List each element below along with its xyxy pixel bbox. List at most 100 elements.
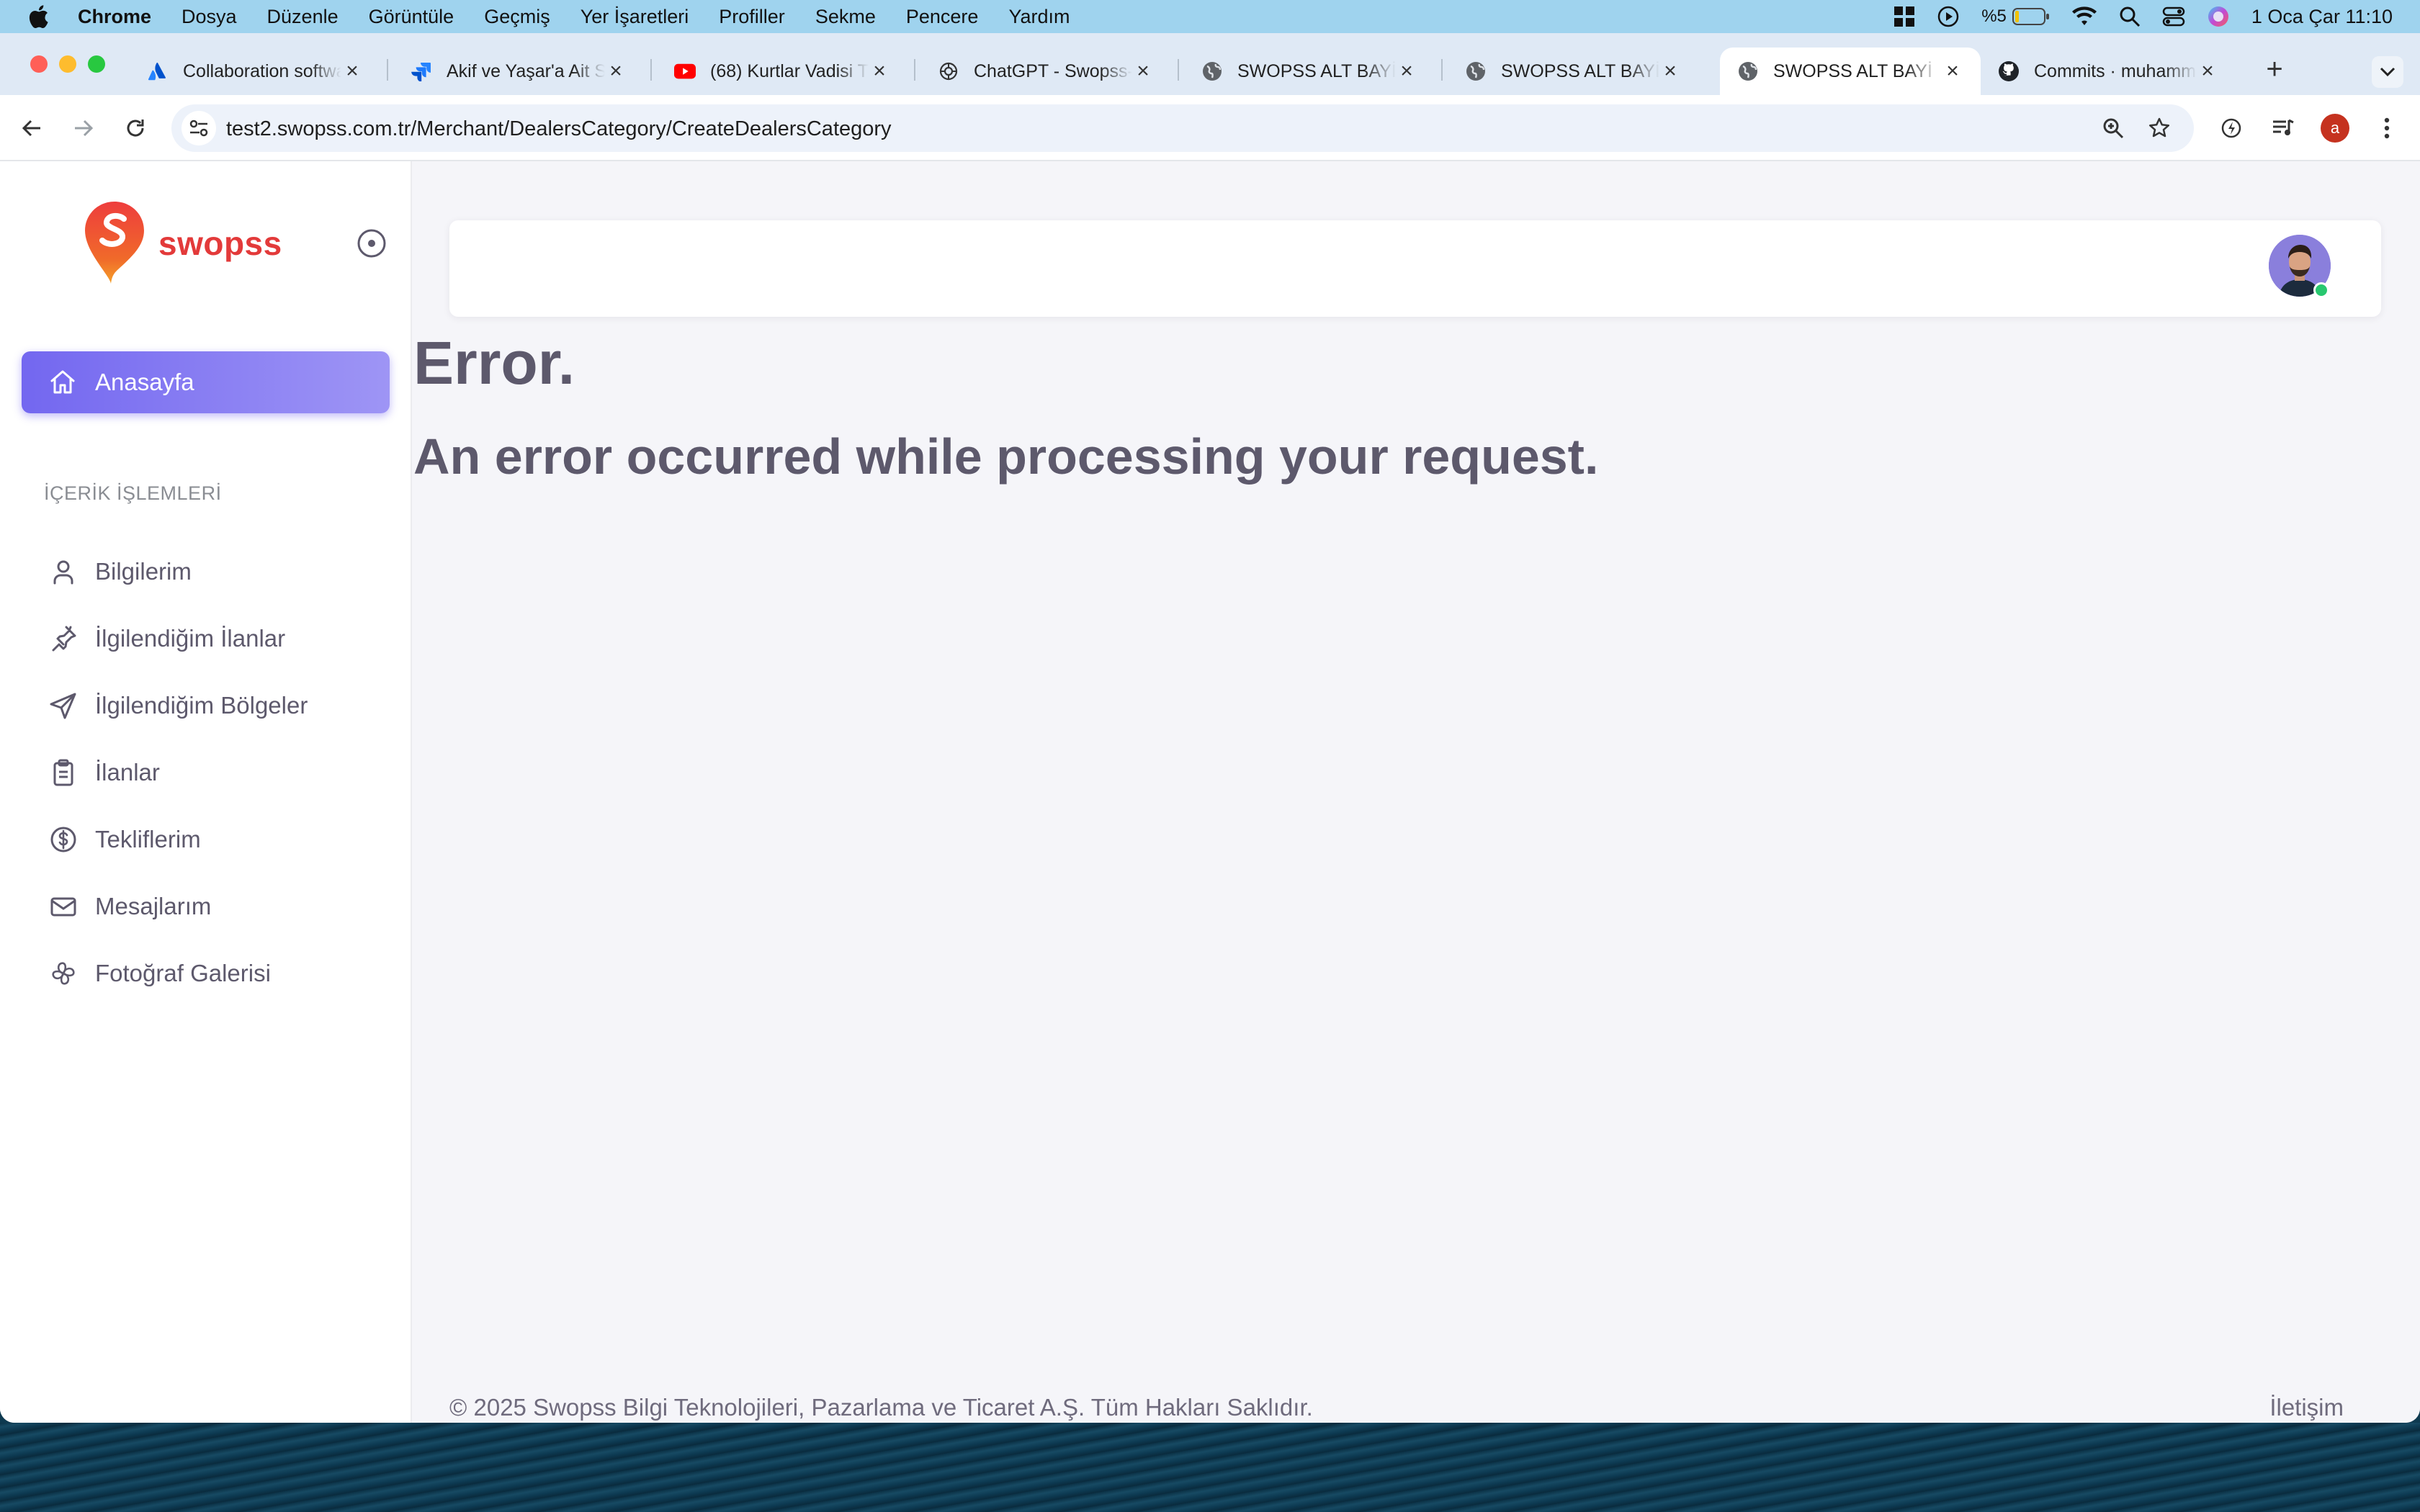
new-tab-button[interactable]: + <box>2260 53 2289 85</box>
menu-goruntule[interactable]: Görüntüle <box>369 6 454 28</box>
desktop-wallpaper <box>0 1423 2420 1512</box>
close-tab-icon[interactable]: × <box>1942 59 1963 83</box>
sidebar-item-label: Anasayfa <box>95 369 194 395</box>
menu-yardim[interactable]: Yardım <box>1008 6 1070 28</box>
close-tab-icon[interactable]: × <box>869 59 890 83</box>
pinwheel-icon <box>48 958 79 989</box>
zoom-icon[interactable] <box>2096 111 2130 145</box>
control-center-icon[interactable] <box>2162 6 2185 27</box>
sidebar-item-bilgilerim[interactable]: Bilgilerim <box>48 550 192 593</box>
browser-window: Collaboration software × Akif ve Yaşar'a… <box>0 33 2420 1423</box>
tab-title: Commits · muhamm <box>2034 60 2197 81</box>
window-close-button[interactable] <box>30 55 48 73</box>
menu-yer-isaretleri[interactable]: Yer İşaretleri <box>581 6 689 28</box>
media-controls-icon[interactable] <box>2266 111 2300 145</box>
jira-icon <box>411 60 432 82</box>
sidebar-item-tekliflerim[interactable]: Tekliflerim <box>48 818 201 861</box>
menu-dosya[interactable]: Dosya <box>182 6 237 28</box>
sidebar-item-label: İlgilendiğim İlanlar <box>95 625 286 652</box>
media-play-icon[interactable] <box>1937 5 1960 28</box>
siri-icon[interactable] <box>2207 5 2230 28</box>
close-tab-icon[interactable]: × <box>341 59 363 83</box>
footer-copyright: © 2025 Swopss Bilgi Teknolojileri, Pazar… <box>449 1394 1313 1421</box>
globe-icon <box>1737 60 1759 82</box>
clipboard-icon <box>48 757 79 788</box>
tab-title: SWOPSS ALT BAYİ | <box>1773 60 1939 81</box>
sidebar-item-ilgilendigim-ilanlar[interactable]: İlgilendiğim İlanlar <box>48 617 285 660</box>
back-button[interactable] <box>14 111 49 145</box>
tab-title: SWOPSS ALT BAYİ | <box>1237 60 1396 81</box>
sidebar-item-label: Tekliflerim <box>95 826 201 852</box>
globe-icon <box>1201 60 1223 82</box>
tab-github[interactable]: Commits · muhamm × <box>1981 48 2236 95</box>
close-tab-icon[interactable]: × <box>605 59 627 83</box>
tab-collaboration[interactable]: Collaboration software × <box>130 48 380 95</box>
sidebar-item-ilanlar[interactable]: İlanlar <box>48 751 160 794</box>
sidebar-item-anasayfa[interactable]: Anasayfa <box>22 351 390 413</box>
window-minimize-button[interactable] <box>59 55 76 73</box>
menu-gecmis[interactable]: Geçmiş <box>484 6 550 28</box>
wifi-icon[interactable] <box>2071 6 2097 27</box>
sidebar-item-label: Fotoğraf Galerisi <box>95 960 271 986</box>
sidebar-item-fotograf-galerisi[interactable]: Fotoğraf Galerisi <box>48 952 271 995</box>
sidebar-item-ilgilendigim-bolgeler[interactable]: İlgilendiğim Bölgeler <box>48 684 308 727</box>
tab-title: Akif ve Yaşar'a Ait S <box>447 60 605 81</box>
top-navbar <box>449 220 2381 317</box>
sidebar-item-label: İlanlar <box>95 759 160 786</box>
address-bar[interactable]: test2.swopss.com.tr/Merchant/DealersCate… <box>171 104 2194 152</box>
tab-chatgpt[interactable]: ChatGPT - Swopss- × <box>920 48 1171 95</box>
swopss-logo[interactable]: swopss <box>82 200 282 287</box>
battery-icon[interactable] <box>2012 7 2050 26</box>
forward-button[interactable] <box>66 111 101 145</box>
browser-menu-icon[interactable] <box>2370 111 2404 145</box>
close-tab-icon[interactable]: × <box>2197 59 2218 83</box>
url-text[interactable]: test2.swopss.com.tr/Merchant/DealersCate… <box>226 117 892 141</box>
tab-swopss-1[interactable]: SWOPSS ALT BAYİ | × <box>1184 48 1435 95</box>
menu-sekme[interactable]: Sekme <box>815 6 876 28</box>
youtube-icon <box>674 60 696 82</box>
error-message: An error occurred while processing your … <box>413 428 1599 485</box>
bookmark-star-icon[interactable] <box>2142 111 2177 145</box>
profile-avatar-button[interactable]: a <box>2318 111 2352 145</box>
tab-title: SWOPSS ALT BAYİ | <box>1501 60 1659 81</box>
tab-swopss-2[interactable]: SWOPSS ALT BAYİ | × <box>1448 48 1698 95</box>
menu-profiller[interactable]: Profiller <box>719 6 785 28</box>
menu-pencere[interactable]: Pencere <box>906 6 979 28</box>
performance-icon[interactable] <box>2214 111 2249 145</box>
menu-clock[interactable]: 1 Oca Çar 11:10 <box>2251 6 2393 28</box>
spotlight-search-icon[interactable] <box>2119 6 2141 27</box>
sidebar-item-label: Mesajlarım <box>95 893 212 919</box>
window-grid-icon[interactable] <box>1894 6 1915 27</box>
footer-contact-link[interactable]: İletişim <box>2269 1394 2344 1421</box>
sidebar: swopss Anasayfa İÇERİK İŞLEMLERİ Bilgile… <box>0 161 412 1423</box>
tab-title: Collaboration software <box>183 60 341 81</box>
dollar-icon <box>48 824 79 855</box>
close-tab-icon[interactable]: × <box>1659 59 1681 83</box>
tab-swopss-active[interactable]: SWOPSS ALT BAYİ | × <box>1720 48 1981 95</box>
menu-app-name[interactable]: Chrome <box>78 6 151 28</box>
window-zoom-button[interactable] <box>88 55 105 73</box>
atlassian-icon <box>147 60 169 82</box>
tab-title: ChatGPT - Swopss- <box>974 60 1132 81</box>
close-tab-icon[interactable]: × <box>1396 59 1417 83</box>
apple-menu-icon[interactable] <box>27 4 49 29</box>
tab-strip: Collaboration software × Akif ve Yaşar'a… <box>0 33 2420 95</box>
online-status-dot <box>2313 282 2329 298</box>
menu-toggle-icon[interactable] <box>356 228 387 259</box>
tab-youtube[interactable]: (68) Kurtlar Vadisi T × <box>657 48 908 95</box>
reload-button[interactable] <box>118 111 153 145</box>
tab-search-button[interactable] <box>2372 56 2403 88</box>
sidebar-item-label: İlgilendiğim Bölgeler <box>95 692 308 719</box>
battery-percent: %5 <box>1981 6 2007 26</box>
web-page: swopss Anasayfa İÇERİK İŞLEMLERİ Bilgile… <box>0 161 2420 1423</box>
menu-duzenle[interactable]: Düzenle <box>267 6 339 28</box>
mail-icon <box>48 891 79 922</box>
sidebar-item-mesajlarim[interactable]: Mesajlarım <box>48 885 211 928</box>
sidebar-section-title: İÇERİK İŞLEMLERİ <box>44 482 222 504</box>
site-info-icon[interactable] <box>182 111 216 145</box>
browser-toolbar: test2.swopss.com.tr/Merchant/DealersCate… <box>0 95 2420 161</box>
home-icon <box>48 367 78 397</box>
tab-jira[interactable]: Akif ve Yaşar'a Ait S × <box>393 48 644 95</box>
close-tab-icon[interactable]: × <box>1132 59 1154 83</box>
swopss-pin-logo-icon <box>85 202 144 284</box>
